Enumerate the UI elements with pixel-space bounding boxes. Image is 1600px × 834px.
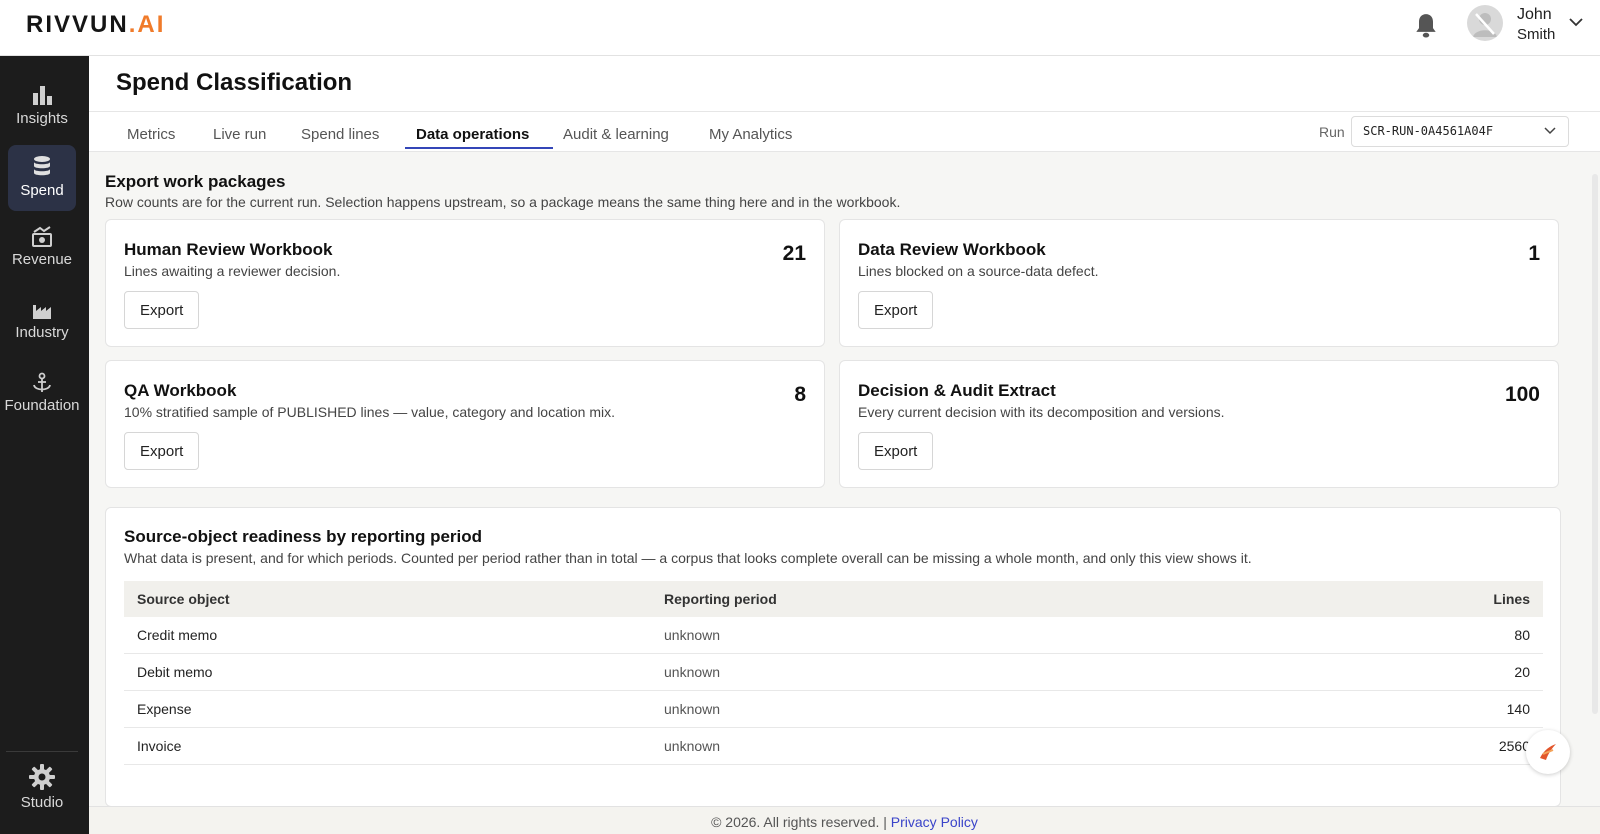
- sidebar-item-label: Revenue: [11, 251, 73, 268]
- export-button[interactable]: Export: [858, 432, 934, 470]
- card-title: Human Review Workbook: [124, 240, 333, 259]
- tab-my-analytics[interactable]: My Analytics: [709, 126, 792, 143]
- table-row[interactable]: Credit memo unknown 80: [124, 617, 1543, 654]
- readiness-subtitle: What data is present, and for which peri…: [124, 550, 1252, 566]
- sidebar-item-label: Insights: [16, 110, 68, 127]
- content-area: Export work packages Row counts are for …: [89, 152, 1600, 806]
- cell-lines: 80: [1514, 627, 1530, 643]
- card-description: Every current decision with its decompos…: [858, 404, 1225, 420]
- column-header-source[interactable]: Source object: [137, 591, 230, 607]
- card-description: Lines blocked on a source-data defect.: [858, 263, 1099, 279]
- page-title: Spend Classification: [116, 69, 353, 96]
- anchor-icon: [33, 372, 51, 392]
- sidebar-item-label: Industry: [15, 324, 69, 341]
- sidebar-item-industry[interactable]: Industry: [8, 289, 76, 355]
- cell-lines: 20: [1514, 664, 1530, 680]
- export-card-qa: QA Workbook 10% stratified sample of PUB…: [105, 360, 825, 488]
- logo-accent: .AI: [128, 11, 166, 38]
- card-title: Data Review Workbook: [858, 240, 1046, 259]
- run-label: Run: [1319, 124, 1345, 140]
- card-description: Lines awaiting a reviewer decision.: [124, 263, 341, 279]
- sidebar-item-spend[interactable]: Spend: [8, 145, 76, 211]
- sidebar-item-foundation[interactable]: Foundation: [0, 362, 84, 428]
- sidebar-divider: [6, 751, 78, 752]
- active-tab-indicator: [405, 147, 553, 149]
- sidebar-item-label: Foundation: [4, 397, 80, 414]
- user-first-name: John: [1517, 6, 1552, 23]
- title-divider: [89, 111, 1600, 112]
- cell-source: Credit memo: [137, 627, 218, 643]
- card-description: 10% stratified sample of PUBLISHED lines…: [124, 404, 616, 420]
- sidebar-item-revenue[interactable]: Revenue: [8, 216, 76, 282]
- sidebar-item-studio[interactable]: Studio: [8, 753, 76, 819]
- export-card-data-review: Data Review Workbook Lines blocked on a …: [839, 219, 1559, 347]
- sidebar-item-label: Spend: [20, 182, 64, 199]
- table-row[interactable]: Invoice unknown 2560: [124, 728, 1543, 765]
- export-button[interactable]: Export: [858, 291, 934, 329]
- sidebar-item-label: Studio: [20, 794, 64, 811]
- cell-source: Debit memo: [137, 664, 213, 680]
- avatar-icon: [1473, 13, 1497, 37]
- tab-data-operations[interactable]: Data operations: [416, 126, 529, 143]
- cell-period: unknown: [664, 664, 721, 680]
- assistant-button[interactable]: [1526, 730, 1570, 774]
- database-icon: [34, 156, 50, 176]
- run-select-value: SCR-RUN-0A4561A04F: [1363, 124, 1494, 138]
- chevron-down-icon: [1544, 127, 1556, 135]
- column-header-lines[interactable]: Lines: [1493, 591, 1530, 607]
- export-card-human-review: Human Review Workbook Lines awaiting a r…: [105, 219, 825, 347]
- chevron-down-icon[interactable]: [1568, 16, 1584, 28]
- table-row[interactable]: Expense unknown 140: [124, 691, 1543, 728]
- gear-icon: [29, 764, 55, 790]
- user-name[interactable]: John Smith: [1517, 5, 1555, 45]
- card-count: 21: [782, 242, 806, 265]
- top-bar: RIVVUN.AI John Smith: [0, 0, 1600, 56]
- card-title: Decision & Audit Extract: [858, 381, 1056, 400]
- card-count: 8: [794, 383, 806, 406]
- revenue-icon: [32, 226, 52, 247]
- readiness-table: Source object Reporting period Lines Cre…: [124, 581, 1543, 765]
- logo-main: RIVVUN: [26, 11, 129, 38]
- privacy-policy-link[interactable]: Privacy Policy: [891, 814, 978, 830]
- footer-copyright: © 2026. All rights reserved. |: [711, 814, 891, 830]
- tab-metrics[interactable]: Metrics: [127, 126, 175, 143]
- export-card-decision-audit: Decision & Audit Extract Every current d…: [839, 360, 1559, 488]
- card-count: 100: [1504, 383, 1540, 406]
- main-area: Spend Classification Metrics Live run Sp…: [89, 56, 1600, 806]
- bell-icon[interactable]: [1413, 12, 1439, 40]
- user-surname: Smith: [1517, 26, 1556, 43]
- cell-period: unknown: [664, 701, 721, 717]
- rivvun-logo[interactable]: RIVVUN.AI: [26, 11, 165, 39]
- run-select[interactable]: SCR-RUN-0A4561A04F: [1351, 116, 1569, 147]
- card-title: QA Workbook: [124, 381, 237, 400]
- bar-chart-icon: [33, 86, 52, 105]
- export-button[interactable]: Export: [124, 432, 200, 470]
- cell-period: unknown: [664, 627, 721, 643]
- sidebar: Insights Spend Revenue Industry Foundati…: [0, 56, 89, 834]
- cell-period: unknown: [664, 738, 721, 754]
- tab-spend-lines[interactable]: Spend lines: [301, 126, 379, 143]
- column-header-period[interactable]: Reporting period: [664, 591, 777, 607]
- export-button[interactable]: Export: [124, 291, 200, 329]
- table-row[interactable]: Debit memo unknown 20: [124, 654, 1543, 691]
- content-scrollbar[interactable]: [1592, 174, 1598, 714]
- readiness-title: Source-object readiness by reporting per…: [124, 527, 483, 546]
- factory-icon: [33, 305, 51, 319]
- readiness-panel: Source-object readiness by reporting per…: [105, 507, 1561, 806]
- table-header: Source object Reporting period Lines: [124, 581, 1543, 617]
- export-section-subtitle: Row counts are for the current run. Sele…: [105, 194, 901, 210]
- cell-source: Expense: [137, 701, 192, 717]
- tab-live-run[interactable]: Live run: [213, 126, 266, 143]
- cell-lines: 140: [1506, 701, 1530, 717]
- tab-audit-learning[interactable]: Audit & learning: [563, 126, 669, 143]
- sidebar-item-insights[interactable]: Insights: [8, 73, 76, 139]
- cell-source: Invoice: [137, 738, 182, 754]
- assistant-logo-icon: [1540, 744, 1556, 760]
- avatar[interactable]: [1467, 5, 1503, 41]
- footer: © 2026. All rights reserved. | Privacy P…: [89, 806, 1600, 834]
- export-section-title: Export work packages: [105, 172, 286, 191]
- card-count: 1: [1528, 242, 1540, 265]
